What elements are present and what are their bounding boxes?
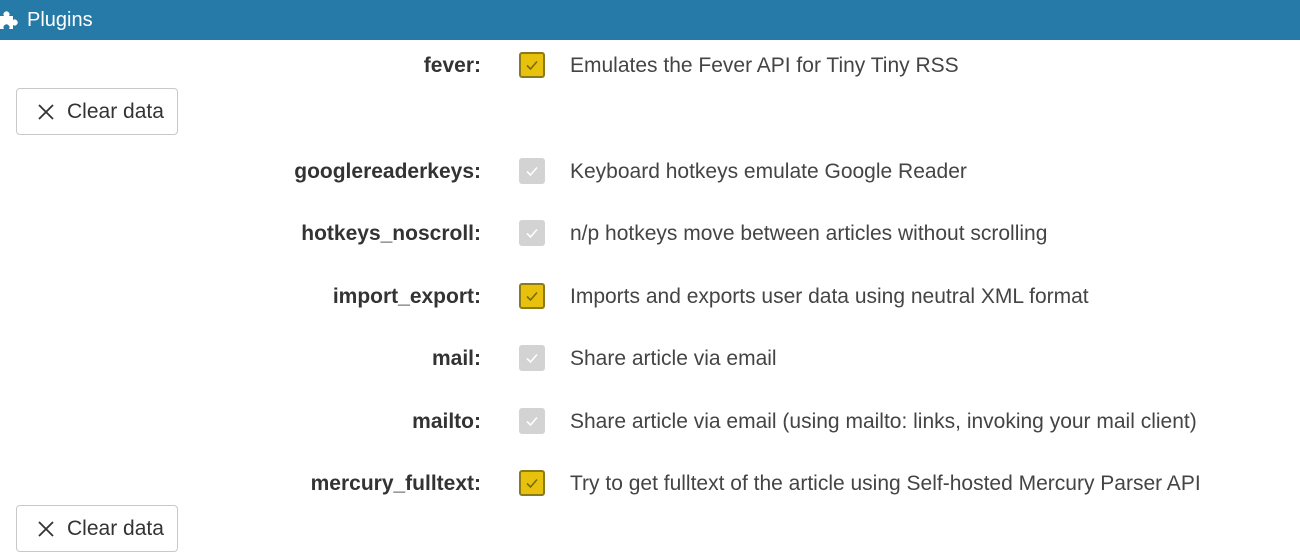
clear-data-label: Clear data (67, 99, 164, 123)
plugin-description: Share article via email (using mailto: l… (570, 410, 1197, 433)
plugin-checkbox-mailto (519, 408, 545, 434)
plugin-name: import_export: (332, 285, 481, 308)
plugin-row-fever: fever: Emulates the Fever API for Tiny T… (0, 51, 1300, 81)
plugin-description: Keyboard hotkeys emulate Google Reader (570, 160, 967, 183)
check-icon (526, 353, 538, 364)
close-icon (38, 103, 54, 120)
plugin-row-mailto: mailto: Share article via email (using m… (0, 407, 1300, 437)
plugin-name: mercury_fulltext: (310, 472, 481, 495)
plugin-name: googlereaderkeys: (294, 160, 481, 183)
plugin-description: Emulates the Fever API for Tiny Tiny RSS (570, 54, 959, 77)
check-icon (526, 166, 538, 177)
plugin-checkbox-mail (519, 345, 545, 371)
plugin-checkbox-hotkeys-noscroll (519, 220, 545, 246)
page-title: Plugins (27, 9, 93, 31)
check-icon (526, 478, 538, 489)
plugin-name: fever: (423, 54, 481, 77)
check-icon (526, 416, 538, 427)
clear-data-button-mercury-fulltext[interactable]: Clear data (16, 505, 178, 552)
plugin-row-import-export: import_export: Imports and exports user … (0, 282, 1300, 312)
plugin-checkbox-googlereaderkeys (519, 158, 545, 184)
plugin-name: mailto: (412, 410, 481, 433)
clear-data-button-fever[interactable]: Clear data (16, 88, 178, 135)
plugin-row-hotkeys-noscroll: hotkeys_noscroll: n/p hotkeys move betwe… (0, 219, 1300, 249)
plugin-name: hotkeys_noscroll: (301, 222, 481, 245)
close-icon (38, 520, 54, 537)
plugin-checkbox-import-export[interactable] (519, 283, 545, 309)
plugin-name: mail: (431, 347, 481, 370)
plugins-header: Plugins (0, 0, 1300, 40)
plugin-checkbox-mercury-fulltext[interactable] (519, 470, 545, 496)
plugin-row-mercury-fulltext: mercury_fulltext: Try to get fulltext of… (0, 469, 1300, 499)
plugin-checkbox-fever[interactable] (519, 52, 545, 78)
plugin-description: Imports and exports user data using neut… (570, 285, 1089, 308)
check-icon (526, 291, 538, 302)
clear-data-label: Clear data (67, 516, 164, 540)
plugin-description: Share article via email (570, 347, 777, 370)
check-icon (526, 228, 538, 239)
plugin-description: Try to get fulltext of the article using… (570, 472, 1201, 495)
plugin-row-mail: mail: Share article via email (0, 344, 1300, 374)
plugin-row-googlereaderkeys: googlereaderkeys: Keyboard hotkeys emula… (0, 157, 1300, 187)
puzzle-icon (0, 9, 20, 31)
plugin-description: n/p hotkeys move between articles withou… (570, 222, 1048, 245)
check-icon (526, 60, 538, 71)
